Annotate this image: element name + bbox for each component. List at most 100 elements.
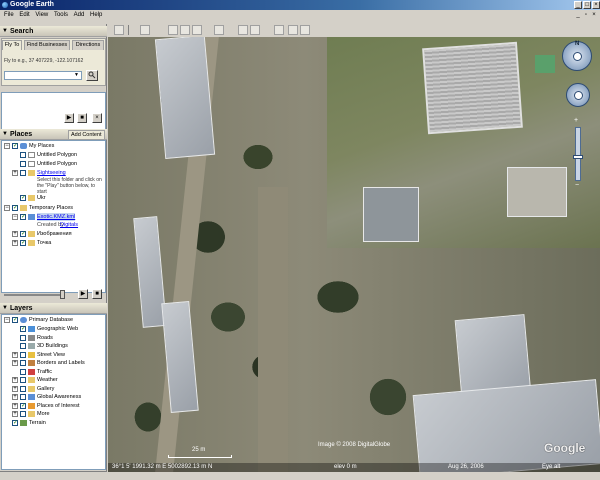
search-stop-button[interactable]: ■ [77, 113, 87, 123]
checkbox[interactable]: ✓ [20, 214, 26, 220]
layer-item[interactable]: Weather [37, 376, 58, 384]
chevron-down-icon[interactable]: ▼ [74, 72, 79, 78]
print-icon[interactable] [300, 25, 310, 35]
record-tour-icon[interactable] [214, 25, 224, 35]
expand-toggle[interactable]: + [12, 170, 18, 176]
sidebar-toggle-icon[interactable] [114, 25, 124, 35]
checkbox[interactable]: ✓ [20, 326, 26, 332]
doc-minimize-button[interactable]: _ [574, 12, 582, 18]
checkbox[interactable] [20, 170, 26, 176]
placemark-icon[interactable] [140, 25, 150, 35]
layer-item[interactable]: Global Awareness [37, 393, 81, 401]
checkbox[interactable] [20, 351, 26, 358]
layer-item[interactable]: Geographic Web [37, 325, 78, 333]
checkbox[interactable] [20, 377, 26, 383]
checkbox[interactable] [20, 161, 26, 167]
expand-toggle[interactable]: − [4, 143, 10, 149]
checkbox[interactable]: ✓ [12, 317, 18, 323]
places-play-button[interactable]: ▶ [78, 289, 88, 299]
expand-toggle[interactable]: + [12, 411, 18, 417]
image-overlay-icon[interactable] [192, 25, 202, 35]
expand-toggle[interactable]: + [12, 231, 18, 237]
search-clear-button[interactable]: × [92, 113, 102, 123]
checkbox[interactable] [20, 343, 26, 349]
checkbox[interactable] [20, 385, 26, 392]
slider-thumb[interactable] [60, 290, 65, 299]
expand-toggle[interactable]: + [12, 240, 18, 246]
layer-item[interactable]: Gallery [37, 385, 54, 393]
menu-tools[interactable]: Tools [54, 12, 68, 18]
menu-edit[interactable]: Edit [19, 12, 29, 18]
sightseeing-link[interactable]: Sightseeing [37, 169, 66, 177]
kmz-link[interactable]: Exotic.KMZ.kml [37, 213, 76, 221]
untitled-polygon-item[interactable]: Untitled Polygon [37, 151, 77, 159]
tour-speed-slider[interactable] [4, 294, 64, 296]
expand-toggle[interactable]: − [4, 205, 10, 211]
layer-item[interactable]: Roads [37, 334, 53, 342]
expand-toggle[interactable]: + [12, 394, 18, 400]
zoom-out-icon[interactable]: − [575, 182, 579, 189]
close-button[interactable]: × [592, 1, 600, 9]
search-button[interactable] [86, 70, 98, 81]
email-icon[interactable] [288, 25, 298, 35]
expand-toggle[interactable]: − [4, 317, 10, 323]
path-icon[interactable] [180, 25, 190, 35]
move-joystick[interactable] [566, 83, 590, 107]
places-stop-button[interactable]: ■ [92, 289, 102, 299]
layer-item[interactable]: Street View [37, 351, 65, 359]
expand-toggle[interactable]: + [12, 385, 18, 392]
look-joystick[interactable]: N [562, 41, 592, 71]
minimize-button[interactable]: _ [574, 1, 582, 9]
menu-add[interactable]: Add [74, 12, 85, 18]
doc-close-button[interactable]: × [590, 12, 598, 18]
zoom-slider-thumb[interactable] [573, 155, 583, 159]
add-content-button[interactable]: Add Content [68, 130, 105, 140]
expand-toggle[interactable]: + [12, 377, 18, 383]
checkbox[interactable]: ✓ [20, 402, 26, 409]
checkbox[interactable] [20, 152, 26, 158]
folder-images-item[interactable]: Изображения [37, 230, 72, 238]
map-view[interactable]: N + − 25 m Image © 2008 DigitalGlobe Goo… [108, 37, 600, 472]
expand-toggle[interactable]: + [12, 402, 18, 409]
ruler-icon[interactable] [274, 25, 284, 35]
tab-find-businesses[interactable]: Find Businesses [24, 40, 70, 50]
expand-toggle[interactable]: + [12, 351, 18, 358]
search-panel-header[interactable]: ▼ Search [0, 26, 107, 37]
tab-directions[interactable]: Directions [72, 40, 104, 50]
folder-point-item[interactable]: Точка [37, 239, 51, 247]
layer-item[interactable]: Places of Interest [37, 402, 80, 410]
expand-toggle[interactable]: − [12, 214, 18, 220]
primary-database-item[interactable]: Primary Database [29, 316, 73, 324]
checkbox[interactable] [20, 334, 26, 341]
zoom-slider[interactable] [575, 127, 581, 181]
created-by-link[interactable]: Digitals [60, 221, 78, 229]
search-results-list[interactable] [1, 92, 106, 132]
checkbox[interactable] [20, 411, 26, 417]
menu-view[interactable]: View [35, 12, 48, 18]
checkbox[interactable] [20, 368, 26, 375]
ukr-item[interactable]: Ukr [37, 194, 46, 202]
menu-file[interactable]: File [4, 12, 14, 18]
layer-item[interactable]: Terrain [29, 419, 46, 427]
untitled-polygon-item[interactable]: Untitled Polygon [37, 160, 77, 168]
polygon-icon[interactable] [168, 25, 178, 35]
sun-icon[interactable] [238, 25, 248, 35]
temporary-places-item[interactable]: Temporary Places [29, 204, 73, 212]
expand-toggle[interactable]: + [12, 360, 18, 366]
checkbox[interactable] [20, 394, 26, 400]
planets-icon[interactable] [250, 25, 260, 35]
layer-item[interactable]: Borders and Labels [37, 359, 85, 367]
layer-item[interactable]: 3D Buildings [37, 342, 68, 350]
image-overlay[interactable] [327, 37, 600, 248]
layer-item[interactable]: More [37, 410, 50, 418]
doc-restore-button[interactable]: ▫ [582, 12, 590, 18]
checkbox[interactable]: ✓ [12, 143, 18, 149]
checkbox[interactable]: ✓ [20, 231, 26, 237]
zoom-in-icon[interactable]: + [574, 117, 578, 124]
my-places-item[interactable]: My Places [29, 142, 54, 150]
checkbox[interactable] [20, 360, 26, 366]
layers-panel-header[interactable]: ▼ Layers [0, 303, 107, 314]
fly-to-input[interactable] [4, 71, 82, 80]
checkbox[interactable]: ✓ [20, 195, 26, 201]
tab-fly-to[interactable]: Fly To [2, 40, 22, 50]
